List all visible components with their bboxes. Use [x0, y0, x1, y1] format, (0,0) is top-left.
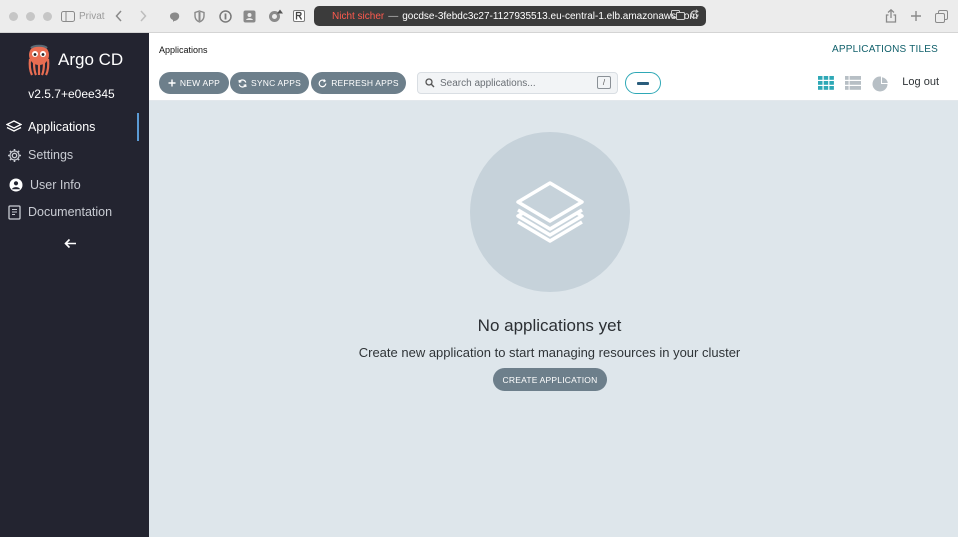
profile-card-icon	[243, 10, 256, 22]
arrow-left-icon	[64, 238, 76, 249]
address-separator: —	[388, 10, 399, 22]
minimize-window-button[interactable]	[26, 11, 35, 21]
page-header: Applications APPLICATIONS TILES	[149, 33, 958, 68]
refresh-icon	[318, 78, 327, 87]
reload-icon[interactable]	[689, 9, 700, 20]
argo-octopus-icon	[28, 44, 50, 76]
elephant-icon	[170, 11, 180, 22]
chevron-right-icon	[140, 10, 147, 22]
search-input[interactable]	[440, 77, 590, 89]
toolbar: NEW APP SYNC APPS REFRESH APPS /	[149, 68, 958, 101]
logout-link[interactable]: Log out	[902, 76, 939, 88]
onepassword-icon	[219, 9, 232, 23]
empty-state-subtitle: Create new application to start managing…	[358, 345, 741, 360]
app-name: Argo CD	[58, 50, 124, 69]
search-icon	[425, 78, 435, 88]
sidebar-toggle[interactable]: Privat	[61, 8, 105, 24]
sidebar-icon	[61, 10, 75, 22]
sync-apps-button[interactable]: SYNC APPS	[230, 72, 309, 94]
summary-view-button[interactable]	[872, 76, 889, 92]
refresh-apps-button[interactable]: REFRESH APPS	[311, 72, 406, 94]
empty-state-title: No applications yet	[477, 316, 622, 335]
sidebar-item-label: Applications	[28, 120, 96, 134]
chevron-left-icon	[115, 10, 122, 22]
sidebar-item-documentation[interactable]: Documentation	[0, 198, 149, 226]
shield-icon	[194, 9, 205, 23]
search-box: /	[417, 72, 618, 94]
new-tab-button[interactable]	[910, 8, 922, 24]
logo[interactable]: Argo CD	[26, 44, 123, 76]
private-label: Privat	[79, 10, 105, 22]
breadcrumb[interactable]: Applications	[159, 45, 208, 55]
layers-icon	[6, 120, 22, 134]
sync-icon	[238, 78, 247, 88]
main-content: No applications yet Create new applicati…	[149, 101, 958, 537]
layers-icon	[516, 181, 584, 243]
browser-toolbar: Privat Nicht sicher — gocdse-3febdc3c27-…	[0, 0, 958, 33]
address-bar[interactable]: Nicht sicher — gocdse-3febdc3c27-1127935…	[314, 6, 706, 26]
filter-toggle-button[interactable]	[625, 72, 661, 94]
pie-chart-icon	[872, 76, 889, 92]
user-icon	[8, 178, 24, 192]
r-letter-icon	[293, 10, 305, 22]
extension-shield[interactable]	[194, 8, 205, 24]
tiles-view-button[interactable]	[818, 76, 834, 90]
sidebar-item-label: Settings	[28, 148, 74, 162]
sidebar-item-user-info[interactable]: User Info	[0, 171, 149, 199]
search-shortcut-hint: /	[597, 76, 611, 89]
extension-reader[interactable]	[293, 8, 305, 24]
sidebar-item-settings[interactable]: Settings	[0, 141, 149, 169]
plus-icon	[911, 11, 921, 21]
extension-elephant[interactable]	[168, 8, 181, 24]
tabs-icon	[935, 9, 948, 23]
collapse-sidebar-button[interactable]	[64, 238, 77, 249]
version-label: v2.5.7+e0ee345	[28, 87, 115, 101]
record-icon	[269, 9, 283, 22]
close-window-button[interactable]	[9, 11, 18, 21]
tab-overview-button[interactable]	[935, 8, 948, 24]
back-button[interactable]	[115, 8, 123, 24]
filter-icon	[637, 81, 649, 85]
extension-profile[interactable]	[243, 8, 256, 24]
address-actions	[671, 9, 700, 21]
address-host: gocdse-3febdc3c27-1127935513.eu-central-…	[402, 10, 698, 22]
sync-apps-label: SYNC APPS	[251, 78, 301, 88]
grid-icon	[818, 76, 834, 90]
empty-state-illustration	[470, 132, 630, 292]
sidebar: Argo CD v2.5.7+e0ee345 Applications Sett…	[0, 33, 149, 537]
forward-button[interactable]	[139, 8, 147, 24]
page-title: APPLICATIONS TILES	[831, 44, 938, 55]
translate-icon[interactable]	[671, 9, 685, 21]
maximize-window-button[interactable]	[43, 11, 52, 21]
share-icon	[885, 9, 897, 23]
extension-password[interactable]	[219, 8, 232, 24]
list-icon	[845, 76, 861, 90]
refresh-apps-label: REFRESH APPS	[331, 78, 399, 88]
sidebar-item-applications[interactable]: Applications	[0, 113, 149, 141]
window-controls	[9, 11, 52, 21]
list-view-button[interactable]	[845, 76, 861, 90]
not-secure-label: Nicht sicher	[332, 10, 385, 22]
sidebar-item-label: Documentation	[28, 205, 113, 219]
sidebar-item-label: User Info	[30, 178, 81, 192]
new-app-label: NEW APP	[179, 78, 221, 88]
create-application-button[interactable]: CREATE APPLICATION	[493, 368, 607, 391]
new-app-button[interactable]: NEW APP	[159, 72, 229, 94]
share-button[interactable]	[885, 8, 897, 24]
extension-record[interactable]	[268, 8, 284, 24]
book-icon	[6, 204, 22, 220]
gear-icon	[6, 148, 22, 163]
plus-icon	[168, 79, 176, 87]
